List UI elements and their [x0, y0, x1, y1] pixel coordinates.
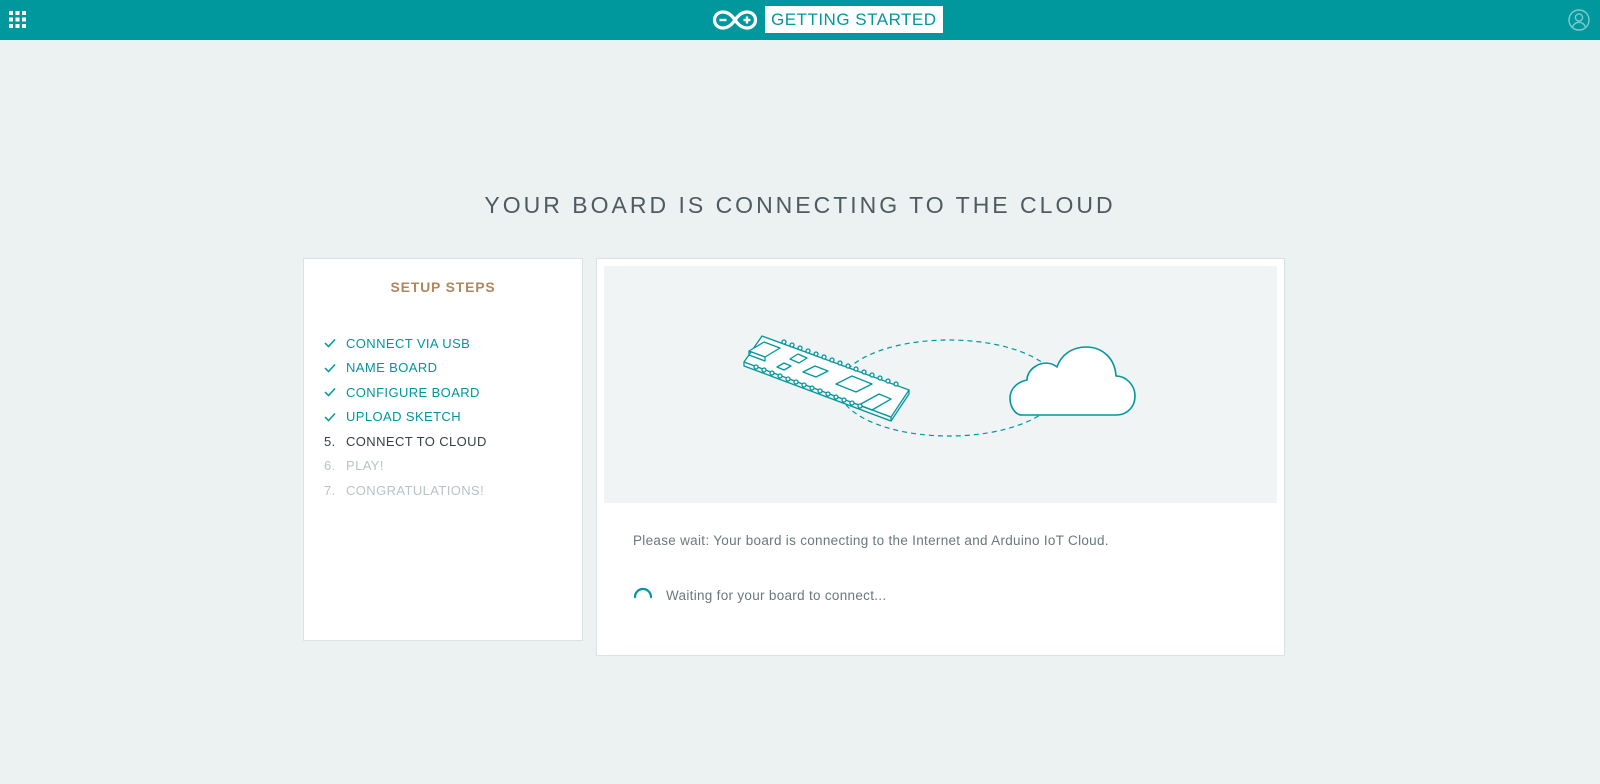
arduino-logo-icon [712, 9, 758, 30]
waiting-indicator: Waiting for your board to connect... [633, 585, 886, 605]
waiting-message: Waiting for your board to connect... [666, 587, 887, 603]
step-label: NAME BOARD [346, 360, 438, 376]
grid-icon [9, 11, 26, 28]
step-name-board: NAME BOARD [324, 356, 487, 381]
step-connect-via-usb: CONNECT VIA USB [324, 331, 487, 356]
step-label: PLAY! [346, 458, 384, 474]
step-number: 7. [324, 482, 336, 498]
apps-grid-button[interactable] [9, 11, 26, 28]
connection-panel: Please wait: Your board is connecting to… [596, 258, 1285, 656]
check-icon [324, 412, 346, 422]
step-label: CONFIGURE BOARD [346, 384, 480, 400]
board-icon [743, 335, 910, 422]
check-icon [324, 338, 346, 348]
page-title: YOUR BOARD IS CONNECTING TO THE CLOUD [484, 192, 1116, 218]
check-icon [324, 363, 346, 373]
cloud-icon [1009, 346, 1136, 416]
user-icon [1568, 9, 1590, 31]
step-number: 5. [324, 433, 336, 449]
setup-steps-list: CONNECT VIA USB NAME BOARD CONFIGURE BOA… [324, 331, 487, 503]
step-configure-board: CONFIGURE BOARD [324, 380, 487, 405]
step-number: 6. [324, 458, 336, 474]
step-play: 6. PLAY! [324, 454, 487, 479]
step-label: CONGRATULATIONS! [346, 482, 485, 498]
top-bar: GETTING STARTED [0, 0, 1600, 40]
app-title: GETTING STARTED [765, 6, 943, 33]
step-label: UPLOAD SKETCH [346, 409, 462, 425]
loading-spinner-icon [633, 587, 653, 599]
step-label: CONNECT TO CLOUD [346, 433, 487, 449]
user-account-button[interactable] [1568, 9, 1590, 31]
setup-steps-panel: SETUP STEPS CONNECT VIA USB NAME BOARD C… [303, 258, 583, 641]
step-congratulations: 7. CONGRATULATIONS! [324, 478, 487, 503]
step-label: CONNECT VIA USB [346, 335, 471, 351]
setup-steps-heading: SETUP STEPS [390, 279, 496, 295]
connection-status-message: Please wait: Your board is connecting to… [633, 533, 1109, 548]
brand[interactable]: GETTING STARTED [712, 6, 943, 33]
check-icon [324, 387, 346, 397]
step-upload-sketch: UPLOAD SKETCH [324, 405, 487, 430]
step-connect-to-cloud: 5. CONNECT TO CLOUD [324, 429, 487, 454]
board-cloud-illustration [604, 266, 1277, 503]
